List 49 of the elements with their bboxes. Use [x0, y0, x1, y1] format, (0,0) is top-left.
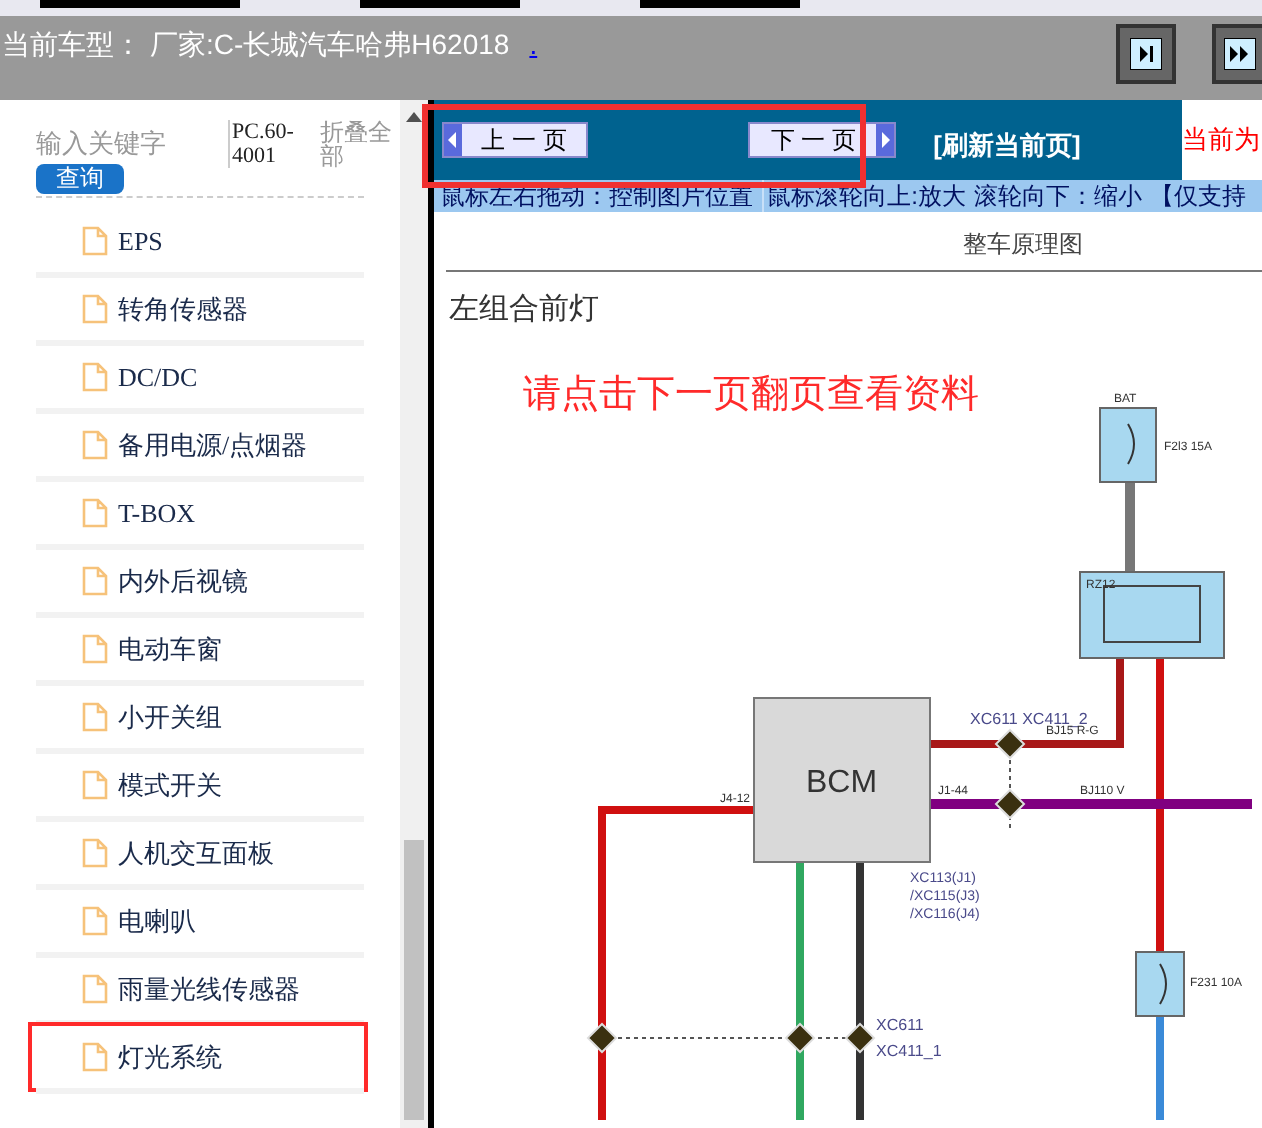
tree-item[interactable]: 转角传感器: [36, 278, 364, 340]
tree-item[interactable]: 电喇叭: [36, 890, 364, 952]
diagram-title: 左组合前灯: [449, 290, 600, 330]
previous-page-button[interactable]: 上 一 页: [441, 122, 589, 158]
document-icon: [82, 1042, 108, 1072]
tree-item[interactable]: 备用电源/点烟器: [36, 414, 364, 476]
code-text: PC.60-4001: [228, 120, 316, 168]
document-icon: [82, 498, 108, 528]
tree-item[interactable]: 电动车窗: [36, 618, 364, 680]
document-icon: [82, 430, 108, 460]
document-header: 整车原理图: [963, 228, 1084, 262]
expand-button[interactable]: [1116, 24, 1176, 84]
double-arrow-icon: [1224, 38, 1256, 70]
document-icon: [82, 226, 108, 256]
diagram-label: BCM: [805, 766, 877, 800]
scroll-up-icon[interactable]: [405, 112, 422, 122]
tree-item[interactable]: 雨量光线传感器: [36, 958, 364, 1020]
tree-item[interactable]: 人机交互面板: [36, 822, 364, 884]
vehicle-name: 厂家:C-长城汽车哈弗H62018: [150, 26, 510, 64]
document-icon: [82, 906, 108, 936]
next-page-button[interactable]: 下 一 页: [748, 122, 896, 158]
diagram-label: XC611: [875, 1016, 924, 1034]
document-icon: [82, 362, 108, 392]
notice-text: 请点击下一页翻页查看资料: [523, 372, 980, 420]
diagram-label: XC411_1: [875, 1042, 941, 1060]
document-icon: [82, 566, 108, 596]
scrollbar[interactable]: [400, 100, 428, 1128]
tree-item[interactable]: 小开关组: [36, 686, 364, 748]
tree-item[interactable]: 模式开关: [36, 754, 364, 816]
tree-item[interactable]: DC/DC: [36, 346, 364, 408]
current-page-text: 当前为: [1182, 122, 1260, 159]
document-icon: [82, 702, 108, 732]
document-icon: [82, 770, 108, 800]
search-button[interactable]: 查询: [36, 163, 124, 193]
hint-text: 滚轮向下：缩小: [974, 180, 1142, 212]
document-icon: [82, 838, 108, 868]
diagram-label: XC611 XC411_2: [969, 710, 1088, 728]
document-icon: [82, 974, 108, 1004]
document-icon: [82, 634, 108, 664]
tree-item[interactable]: EPS: [36, 210, 364, 272]
tree-item[interactable]: T-BOX: [36, 482, 364, 544]
vehicle-label: 当前车型：: [2, 26, 142, 64]
hint-text: 【仅支持: [1150, 180, 1246, 212]
collapse-panel-button[interactable]: [1212, 24, 1262, 84]
tree-item[interactable]: 内外后视镜: [36, 550, 364, 612]
arrow-to-bar-icon: [1130, 38, 1162, 70]
tree-item[interactable]: 灯光系统: [32, 1026, 364, 1088]
scrollbar-thumb[interactable]: [404, 840, 424, 1120]
document-icon: [82, 294, 108, 324]
